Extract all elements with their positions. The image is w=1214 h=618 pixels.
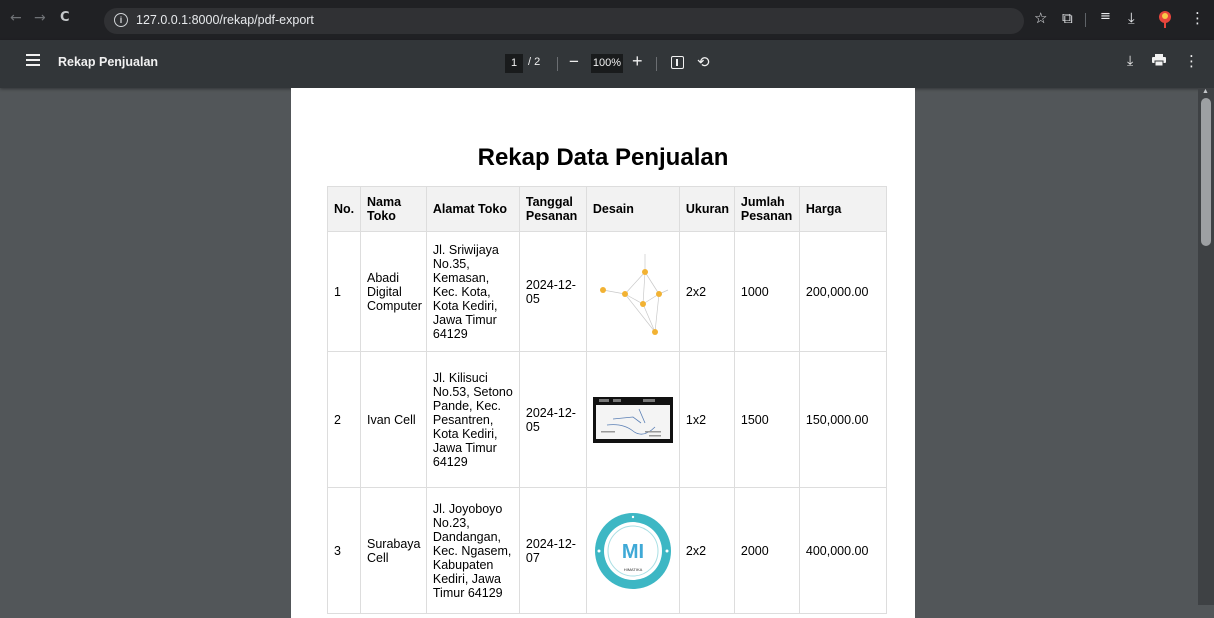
cell-ukuran: 1x2 xyxy=(678,351,735,488)
cell-tanggal: 2024-12-05 xyxy=(518,231,587,352)
fit-page-icon[interactable] xyxy=(671,56,684,69)
sidebar-menu-icon[interactable] xyxy=(26,54,40,66)
back-icon[interactable]: ← xyxy=(10,10,22,26)
cell-alamat: Jl. Joyoboyo No.23, Dandangan, Kec. Ngas… xyxy=(425,487,520,614)
browser-toolbar: ← → C i 127.0.0.1:8000/rekap/pdf-export … xyxy=(0,0,1214,40)
page-number-input[interactable]: 1 xyxy=(505,54,523,73)
cell-nama-toko: Ivan Cell xyxy=(360,351,427,488)
address-bar[interactable]: i 127.0.0.1:8000/rekap/pdf-export xyxy=(104,8,1024,34)
site-info-icon[interactable]: i xyxy=(114,13,128,27)
cell-desain: MI HIMATIKA xyxy=(585,487,680,614)
column-header: Harga xyxy=(798,186,887,232)
cell-tanggal: 2024-12-05 xyxy=(518,351,587,488)
zoom-out-icon[interactable]: − xyxy=(569,52,579,72)
column-header: Nama Toko xyxy=(360,186,427,232)
toolbar-divider xyxy=(656,57,657,71)
cell-jumlah: 2000 xyxy=(733,487,800,614)
cell-ukuran: 2x2 xyxy=(678,487,735,614)
page-total: / 2 xyxy=(528,56,541,68)
table-row: 2 Ivan Cell Jl. Kilisuci No.53, Setono P… xyxy=(327,351,887,488)
column-header: Ukuran xyxy=(678,186,735,232)
download-icon[interactable]: ⤓ xyxy=(1127,53,1133,69)
cell-alamat: Jl. Sriwijaya No.35, Kemasan, Kec. Kota,… xyxy=(425,231,520,352)
cell-harga: 150,000.00 xyxy=(798,351,887,488)
more-actions-icon[interactable]: ⋮ xyxy=(1184,52,1199,70)
table-header-row: No. Nama Toko Alamat Toko Tanggal Pesana… xyxy=(327,186,887,232)
network-diagram-image xyxy=(599,253,669,335)
vertical-scrollbar[interactable]: ▲ xyxy=(1198,88,1214,605)
forward-icon[interactable]: → xyxy=(34,10,46,26)
print-icon[interactable] xyxy=(1152,54,1166,66)
cell-tanggal: 2024-12-07 xyxy=(518,487,587,614)
cell-jumlah: 1500 xyxy=(733,351,800,488)
reload-icon[interactable]: C xyxy=(60,10,70,25)
zoom-in-icon[interactable]: + xyxy=(632,51,643,72)
logo-badge-image: MI HIMATIKA xyxy=(594,512,671,589)
cell-harga: 200,000.00 xyxy=(798,231,887,352)
column-header: No. xyxy=(327,186,361,232)
bookmark-star-icon[interactable]: ☆ xyxy=(1034,9,1047,27)
cell-nama-toko: Abadi Digital Computer xyxy=(360,231,427,352)
chrome-menu-icon[interactable]: ⋮ xyxy=(1190,9,1205,27)
reading-list-icon[interactable]: ≡ xyxy=(1100,9,1111,24)
table-row: 3 Surabaya Cell Jl. Joyoboyo No.23, Dand… xyxy=(327,487,887,614)
column-header: Tanggal Pesanan xyxy=(518,186,587,232)
sales-table: No. Nama Toko Alamat Toko Tanggal Pesana… xyxy=(327,186,887,614)
cell-jumlah: 1000 xyxy=(733,231,800,352)
pdf-page: Rekap Data Penjualan No. Nama Toko Alama… xyxy=(291,88,915,618)
address-url[interactable]: 127.0.0.1:8000/rekap/pdf-export xyxy=(136,13,314,27)
cell-alamat: Jl. Kilisuci No.53, Setono Pande, Kec. P… xyxy=(425,351,520,488)
cell-desain xyxy=(585,351,680,488)
column-header: Jumlah Pesanan xyxy=(733,186,800,232)
rotate-icon[interactable]: ⟲ xyxy=(697,53,710,71)
cell-nama-toko: Surabaya Cell xyxy=(360,487,427,614)
cell-desain xyxy=(585,231,680,352)
toolbar-divider xyxy=(557,57,558,71)
cell-no: 1 xyxy=(327,231,361,352)
column-header: Alamat Toko xyxy=(425,186,520,232)
pdf-title: Rekap Penjualan xyxy=(58,55,159,69)
scrollbar-thumb[interactable] xyxy=(1201,98,1211,246)
document-heading: Rekap Data Penjualan xyxy=(477,144,729,171)
extensions-icon[interactable]: ⧉ xyxy=(1062,9,1073,27)
cell-harga: 400,000.00 xyxy=(798,487,887,614)
cell-no: 3 xyxy=(327,487,361,614)
badge-caption: HIMATIKA xyxy=(624,567,643,572)
extension-pin-icon[interactable] xyxy=(1158,10,1172,28)
screenshot-image xyxy=(592,396,673,443)
downloads-icon[interactable]: ⤓ xyxy=(1128,9,1135,27)
column-header: Desain xyxy=(585,186,680,232)
cell-ukuran: 2x2 xyxy=(678,231,735,352)
cell-no: 2 xyxy=(327,351,361,488)
zoom-level-input[interactable]: 100% xyxy=(591,54,623,73)
badge-letters: MI xyxy=(622,541,644,563)
table-row: 1 Abadi Digital Computer Jl. Sriwijaya N… xyxy=(327,231,887,352)
toolbar-divider xyxy=(1085,13,1086,27)
pdf-viewer-toolbar: Rekap Penjualan 1 / 2 − 100% + ⟲ ⤓ ⋮ xyxy=(0,40,1214,88)
scroll-up-icon[interactable]: ▲ xyxy=(1202,88,1209,95)
